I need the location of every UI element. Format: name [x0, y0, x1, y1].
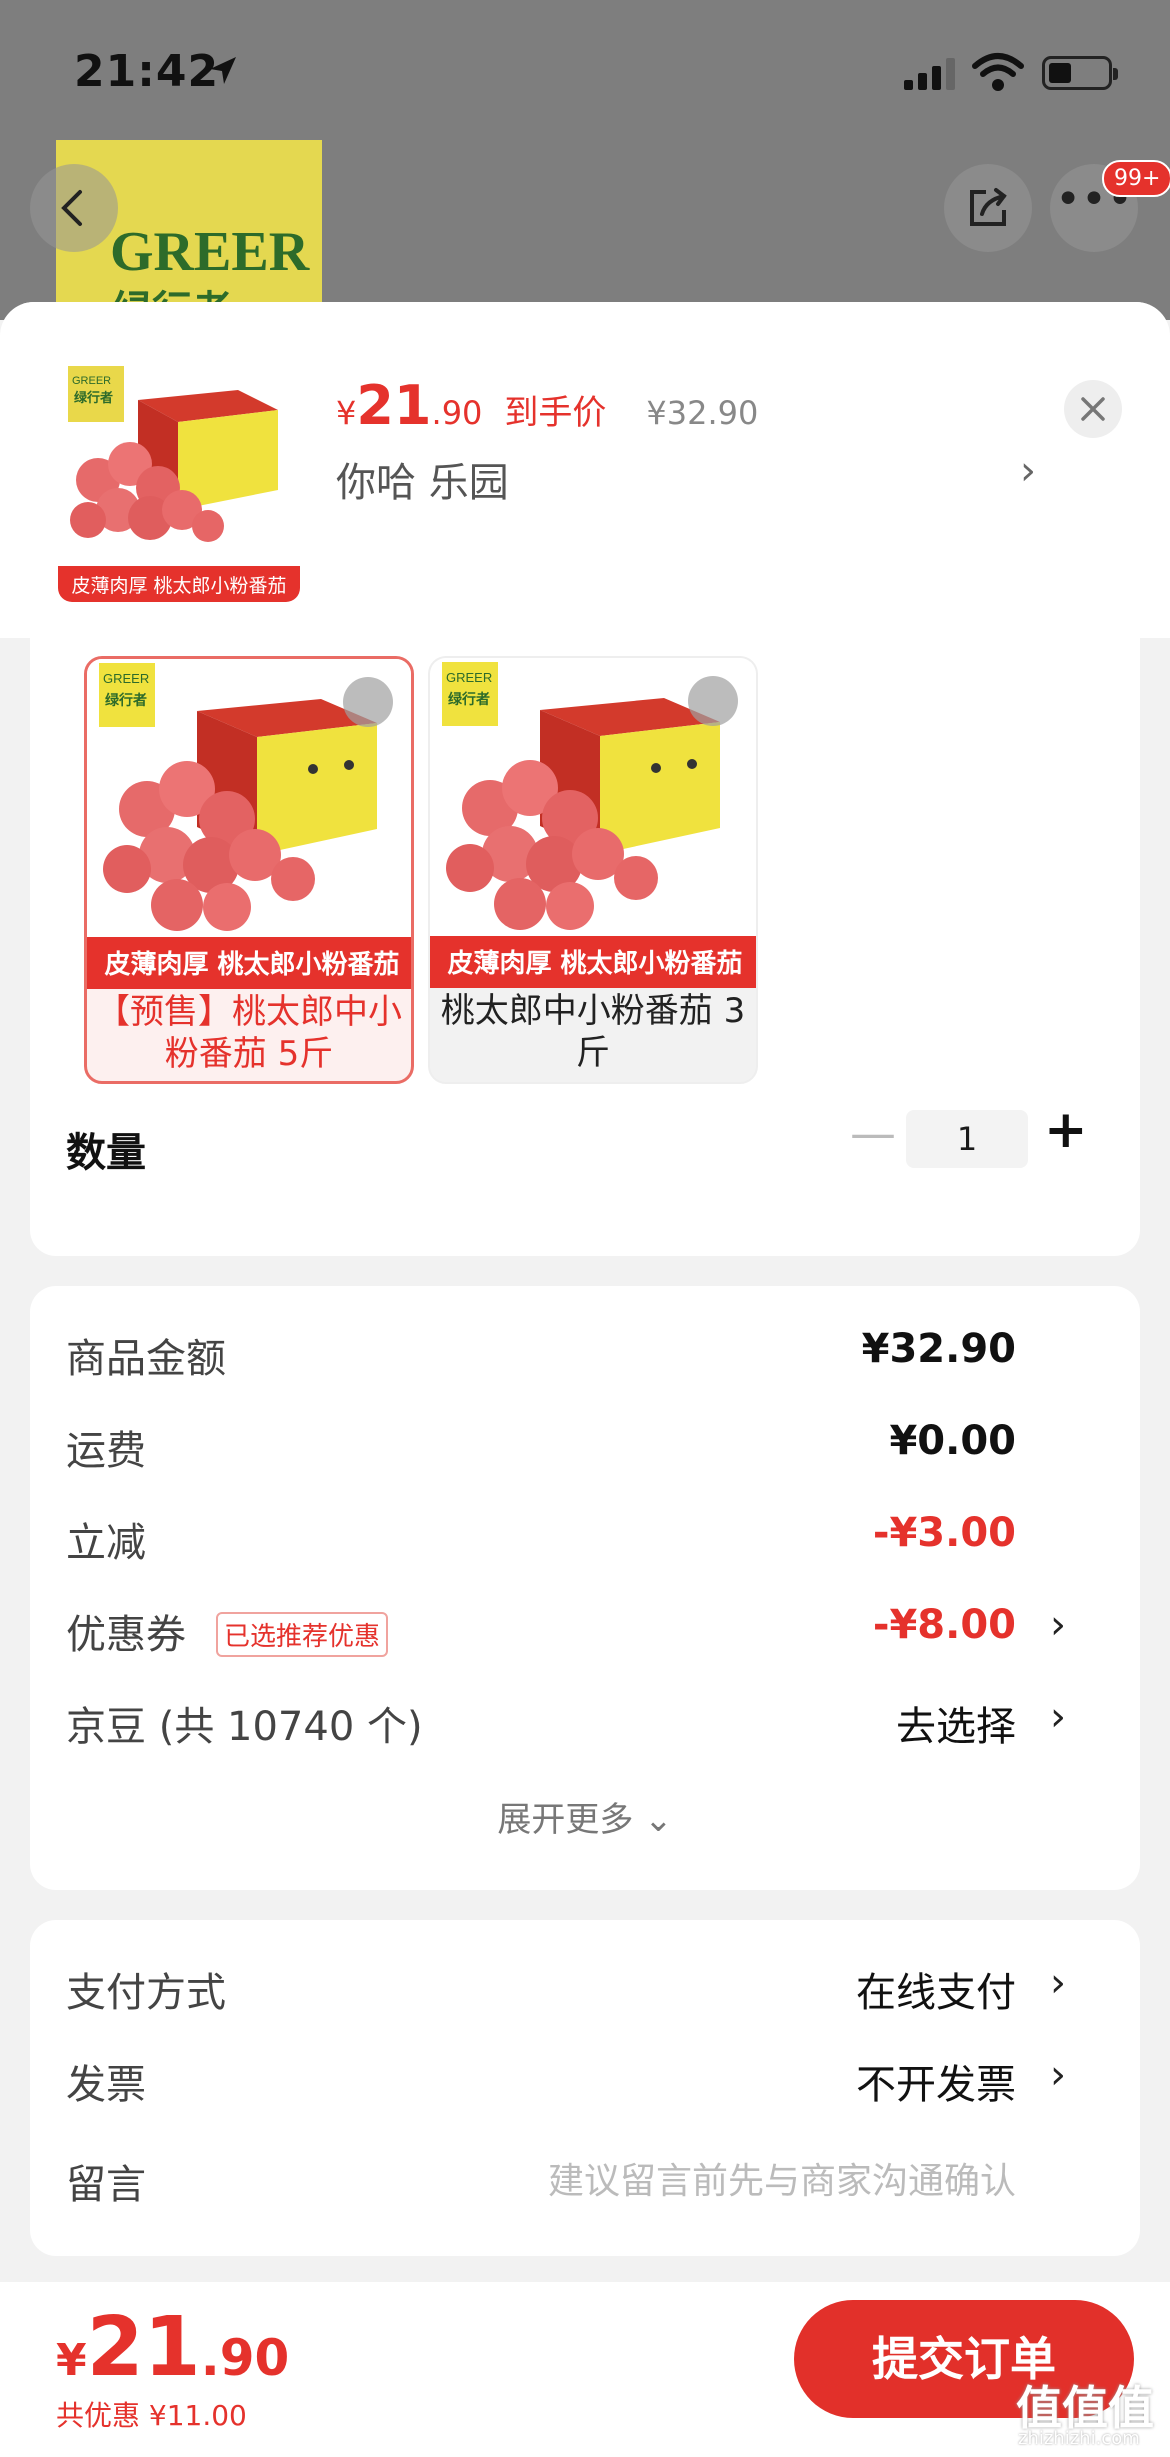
message-label: 留言: [66, 2162, 146, 2208]
jingdou-label: 京豆 (共 10740 个): [66, 1704, 423, 1750]
invoice-row[interactable]: 发票 不开发票 ›: [66, 2052, 1106, 2112]
invoice-label: 发票: [66, 2062, 146, 2108]
status-bar: 21:42: [0, 0, 1170, 140]
shipping-row: 运费 ¥0.00: [66, 1418, 1106, 1478]
brand-logo-text: GREER: [110, 221, 310, 283]
product-price: ¥ 21 .90 到手价 ¥32.90: [336, 374, 758, 437]
shipping-value: ¥0.00: [889, 1418, 1016, 1464]
total-price: ¥ 21 .90: [56, 2300, 289, 2395]
instant-discount-value: -¥3.00: [872, 1510, 1016, 1556]
chevron-right-icon: ›: [1050, 2052, 1066, 2098]
chevron-left-icon: [61, 190, 82, 226]
expand-image-icon[interactable]: [688, 676, 738, 726]
address-chevron-right-icon[interactable]: ›: [1020, 448, 1036, 494]
shipping-label: 运费: [66, 1428, 146, 1474]
sku-logo-text: GREER: [446, 670, 492, 685]
total-price-integer: 21: [86, 2300, 201, 2395]
total-discount: 共优惠 ¥11.00: [56, 2399, 247, 2432]
chevron-right-icon: ›: [1050, 1694, 1066, 1740]
checkout-bar: ¥ 21 .90 共优惠 ¥11.00 提交订单: [0, 2282, 1170, 2457]
price-decimal: .90: [431, 394, 483, 432]
price-integer: 21: [356, 374, 432, 437]
price-symbol: ¥: [336, 394, 357, 432]
coupon-value: -¥8.00: [872, 1602, 1016, 1648]
jingdou-row[interactable]: 京豆 (共 10740 个) 去选择 ›: [66, 1694, 1106, 1754]
message-input[interactable]: 建议留言前先与商家沟通确认: [548, 2152, 1016, 2204]
goods-amount-row: 商品金额 ¥32.90: [66, 1326, 1106, 1386]
sku-name: 【预售】桃太郎中小粉番茄 5斤: [96, 992, 402, 1074]
sku-image: GREER 绿行者 皮薄肉厚 桃太郎小粉番茄: [87, 659, 411, 989]
message-row[interactable]: 留言 建议留言前先与商家沟通确认: [66, 2152, 1106, 2212]
back-button[interactable]: [30, 164, 118, 252]
chevron-down-icon: ⌄: [644, 1800, 673, 1840]
payment-method-label: 支付方式: [66, 1970, 226, 2016]
close-icon: [1081, 397, 1105, 421]
cellular-signal-icon: [904, 58, 955, 90]
original-price: ¥32.90: [646, 394, 759, 432]
quantity-input[interactable]: 1: [906, 1110, 1028, 1168]
price-label: 到手价: [504, 393, 607, 433]
wifi-icon: [972, 53, 1024, 91]
share-button[interactable]: [944, 164, 1032, 252]
total-price-decimal: .90: [200, 2329, 290, 2387]
quantity-label: 数量: [66, 1130, 146, 1176]
sku-card: GREER 绿行者 皮薄肉厚 桃太郎小粉番茄 【预售】桃太郎中小粉番茄 5斤 G…: [30, 628, 1140, 1256]
jingdou-value: 去选择: [896, 1704, 1016, 1750]
thumb-logo-cn: 绿行者: [74, 390, 113, 406]
sku-option-1[interactable]: GREER 绿行者 皮薄肉厚 桃太郎小粉番茄 【预售】桃太郎中小粉番茄 5斤: [84, 656, 414, 1084]
total-price-symbol: ¥: [56, 2335, 87, 2386]
notification-badge: 99+: [1102, 160, 1170, 197]
status-time: 21:42: [74, 46, 220, 97]
invoice-value: 不开发票: [856, 2062, 1016, 2108]
quantity-increase-button[interactable]: +: [1044, 1100, 1088, 1160]
coupon-tag: 已选推荐优惠: [216, 1612, 389, 1657]
payment-card: 支付方式 在线支付 › 发票 不开发票 › 留言 建议留言前先与商家沟通确认: [30, 1920, 1140, 2256]
payment-method-row[interactable]: 支付方式 在线支付 ›: [66, 1960, 1106, 2020]
sku-image: GREER 绿行者 皮薄肉厚 桃太郎小粉番茄: [430, 658, 756, 988]
goods-amount-label: 商品金额: [66, 1336, 226, 1382]
price-summary-card: 商品金额 ¥32.90 运费 ¥0.00 立减 -¥3.00 优惠券 已选推荐优…: [30, 1286, 1140, 1890]
sku-logo-text: GREER: [103, 671, 149, 686]
goods-amount-value: ¥32.90: [861, 1326, 1016, 1372]
sku-banner: 皮薄肉厚 桃太郎小粉番茄: [447, 949, 742, 979]
location-arrow-icon: [210, 57, 236, 84]
close-button[interactable]: [1064, 380, 1122, 438]
sku-name: 桃太郎中小粉番茄 3斤: [440, 991, 746, 1073]
battery-icon: [1042, 56, 1118, 90]
instant-discount-row: 立减 -¥3.00: [66, 1510, 1106, 1570]
payment-method-value: 在线支付: [856, 1970, 1016, 2016]
sku-logo-cn: 绿行者: [105, 692, 147, 709]
product-header: GREER 绿行者 皮薄肉厚 桃太郎小粉番茄 ¥ 21 .90 到手价 ¥32.…: [0, 302, 1170, 638]
coupon-label: 优惠券: [66, 1612, 186, 1658]
delivery-address[interactable]: 你哈 乐园: [336, 450, 509, 508]
sku-logo-cn: 绿行者: [448, 691, 490, 708]
watermark-sub: zhizhizhi.com: [1018, 2428, 1140, 2449]
sku-option-2[interactable]: GREER 绿行者 皮薄肉厚 桃太郎小粉番茄 桃太郎中小粉番茄 3斤: [428, 656, 758, 1084]
sku-banner: 皮薄肉厚 桃太郎小粉番茄: [104, 950, 399, 980]
thumb-logo-text: GREER: [72, 375, 111, 387]
order-sheet: GREER 绿行者 皮薄肉厚 桃太郎小粉番茄 ¥ 21 .90 到手价 ¥32.…: [0, 302, 1170, 2457]
coupon-row[interactable]: 优惠券 已选推荐优惠 -¥8.00 ›: [66, 1602, 1106, 1662]
expand-more-label: 展开更多: [497, 1800, 634, 1840]
share-icon: [970, 188, 1007, 226]
product-image: GREER 绿行者 皮薄肉厚 桃太郎小粉番茄: [58, 366, 300, 602]
chevron-right-icon: ›: [1050, 1960, 1066, 2006]
chevron-right-icon: ›: [1050, 1602, 1066, 1648]
expand-more-button[interactable]: 展开更多 ⌄: [30, 1792, 1140, 1841]
thumb-banner: 皮薄肉厚 桃太郎小粉番茄: [71, 575, 286, 597]
expand-image-icon[interactable]: [343, 677, 393, 727]
product-thumbnail[interactable]: GREER 绿行者 皮薄肉厚 桃太郎小粉番茄: [58, 360, 300, 602]
watermark: 值值值 zhizhizhi.com: [1016, 2372, 1166, 2452]
instant-discount-label: 立减: [66, 1520, 146, 1566]
quantity-decrease-button[interactable]: —: [850, 1106, 896, 1160]
